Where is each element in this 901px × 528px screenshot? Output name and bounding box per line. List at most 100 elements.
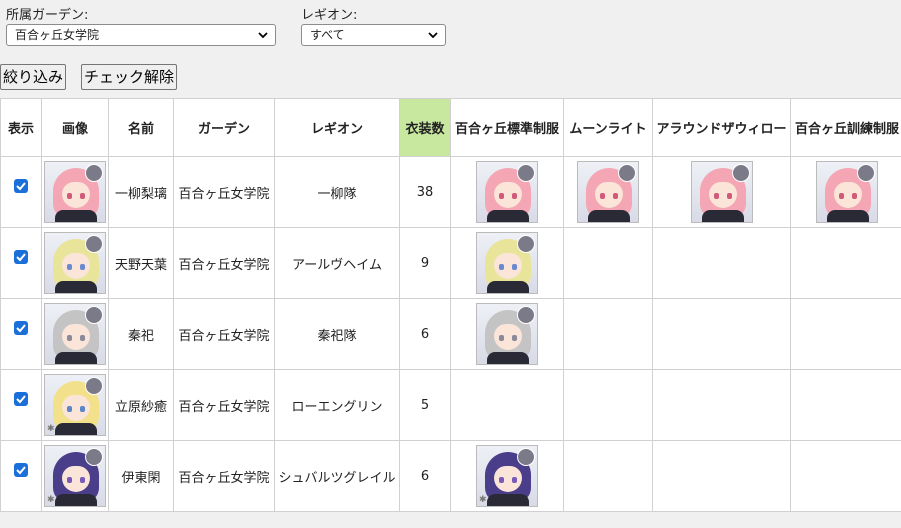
role-badge-icon: [85, 448, 103, 466]
image-cell: ✱: [41, 440, 109, 512]
legion-cell: アールヴヘイム: [274, 227, 400, 299]
garden-cell: 百合ヶ丘女学院: [173, 440, 275, 512]
table-row: 一柳梨璃 百合ヶ丘女学院 一柳隊 38: [0, 156, 901, 228]
name-cell: 天野天葉: [108, 227, 174, 299]
character-portrait: ✱: [44, 445, 106, 507]
image-cell: ✱: [41, 369, 109, 441]
name-cell: 伊東閑: [108, 440, 174, 512]
legion-cell: ローエングリン: [274, 369, 400, 441]
header-costume-moonlight[interactable]: ムーンライト: [563, 98, 653, 157]
role-badge-icon: [85, 377, 103, 395]
costume-count-cell: 6: [399, 298, 451, 370]
costume-cell: [790, 298, 901, 370]
show-checkbox[interactable]: [14, 392, 28, 406]
garden-filter-label: 所属ガーデン:: [6, 8, 89, 23]
character-portrait: [476, 232, 538, 294]
costume-cell: ✱: [450, 440, 564, 512]
costume-cell: [652, 369, 791, 441]
character-portrait: [577, 161, 639, 223]
garden-cell: 百合ヶ丘女学院: [173, 227, 275, 299]
role-badge-icon: [618, 164, 636, 182]
role-badge-icon: [731, 164, 750, 182]
legion-select-value: すべて: [310, 28, 345, 42]
show-cell: [0, 156, 42, 228]
legion-filter-label: レギオン:: [301, 8, 358, 23]
header-show[interactable]: 表示: [0, 98, 42, 157]
header-costume-training[interactable]: 百合ヶ丘訓練制服: [790, 98, 901, 157]
show-cell: [0, 369, 42, 441]
star-icon: ✱: [47, 424, 55, 434]
legion-select[interactable]: すべて: [301, 24, 446, 46]
costume-cell: [652, 298, 791, 370]
costume-cell: [563, 440, 653, 512]
header-garden[interactable]: ガーデン: [173, 98, 275, 157]
costume-count-cell: 38: [399, 156, 451, 228]
costume-cell: [563, 227, 653, 299]
costume-cell: [563, 156, 653, 228]
garden-cell: 百合ヶ丘女学院: [173, 369, 275, 441]
show-cell: [0, 298, 42, 370]
character-portrait: [816, 161, 878, 223]
character-portrait: [44, 232, 106, 294]
costume-cell: [450, 369, 564, 441]
show-checkbox[interactable]: [14, 321, 28, 335]
filter-panel: 所属ガーデン: 百合ヶ丘女学院 レギオン: すべて 絞り込み チェック解除: [0, 0, 901, 98]
character-portrait: ✱: [476, 445, 538, 507]
costume-count-cell: 9: [399, 227, 451, 299]
table-row: 秦祀 百合ヶ丘女学院 秦祀隊 6: [0, 298, 901, 370]
garden-cell: 百合ヶ丘女学院: [173, 298, 275, 370]
name-cell: 一柳梨璃: [108, 156, 174, 228]
filter-button[interactable]: 絞り込み: [0, 64, 67, 90]
legion-cell: シュバルツグレイル: [274, 440, 400, 512]
table-row: ✱ 立原紗癒 百合ヶ丘女学院 ローエングリン 5: [0, 369, 901, 441]
costume-cell: [790, 227, 901, 299]
name-cell: 立原紗癒: [108, 369, 174, 441]
role-badge-icon: [517, 448, 535, 466]
show-cell: [0, 227, 42, 299]
role-badge-icon: [85, 306, 103, 324]
star-icon: ✱: [47, 495, 55, 505]
costume-cell: [450, 156, 564, 228]
costume-cell: [652, 440, 791, 512]
role-badge-icon: [857, 164, 875, 182]
garden-cell: 百合ヶ丘女学院: [173, 156, 275, 228]
role-badge-icon: [517, 235, 535, 253]
header-legion[interactable]: レギオン: [274, 98, 400, 157]
costume-cell: [790, 440, 901, 512]
character-portrait: ✱: [44, 374, 106, 436]
show-checkbox[interactable]: [14, 179, 28, 193]
character-portrait: [44, 161, 106, 223]
show-checkbox[interactable]: [14, 463, 28, 477]
header-image[interactable]: 画像: [41, 98, 109, 157]
role-badge-icon: [85, 164, 103, 182]
legion-cell: 秦祀隊: [274, 298, 400, 370]
costume-count-cell: 6: [399, 440, 451, 512]
garden-select-value: 百合ヶ丘女学院: [15, 28, 100, 42]
image-cell: [41, 156, 109, 228]
garden-select[interactable]: 百合ヶ丘女学院: [6, 24, 276, 46]
costume-cell: [450, 227, 564, 299]
table-header-row: 表示 画像 名前 ガーデン レギオン 衣装数 百合ヶ丘標準制服 ムーンライト ア…: [0, 98, 901, 157]
character-portrait: [690, 161, 753, 223]
chevron-down-icon: [258, 32, 268, 39]
costume-cell: [450, 298, 564, 370]
header-costume-count[interactable]: 衣装数: [399, 98, 451, 157]
costume-cell: [563, 369, 653, 441]
show-cell: [0, 440, 42, 512]
costume-count-cell: 5: [399, 369, 451, 441]
costume-cell: [652, 227, 791, 299]
costume-cell: [790, 156, 901, 228]
role-badge-icon: [517, 306, 535, 324]
role-badge-icon: [517, 164, 535, 182]
header-costume-around-the-willow[interactable]: アラウンドザウィロー: [652, 98, 791, 157]
header-costume-standard[interactable]: 百合ヶ丘標準制服: [450, 98, 564, 157]
table-row: 天野天葉 百合ヶ丘女学院 アールヴヘイム 9: [0, 227, 901, 299]
legion-cell: 一柳隊: [274, 156, 400, 228]
show-checkbox[interactable]: [14, 250, 28, 264]
costume-cell: [790, 369, 901, 441]
name-cell: 秦祀: [108, 298, 174, 370]
uncheck-button[interactable]: チェック解除: [81, 64, 178, 90]
costume-cell: [563, 298, 653, 370]
character-table: 表示 画像 名前 ガーデン レギオン 衣装数 百合ヶ丘標準制服 ムーンライト ア…: [0, 98, 901, 512]
header-name[interactable]: 名前: [108, 98, 174, 157]
